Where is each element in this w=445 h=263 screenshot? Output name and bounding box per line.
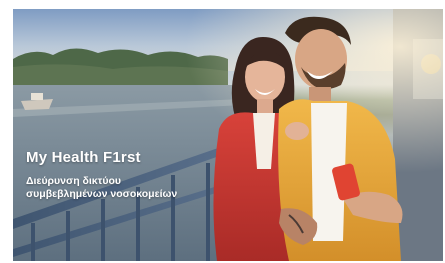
banner-subline-line-2: συμβεβλημένων νοσοκομείων xyxy=(26,188,178,200)
banner-text-block: My Health F1rst Διεύρυνση δικτύου συμβεβ… xyxy=(26,149,226,201)
banner-headline: My Health F1rst xyxy=(26,149,141,166)
couple-photo xyxy=(13,9,443,261)
page-frame: My Health F1rst Διεύρυνση δικτύου συμβεβ… xyxy=(0,0,445,263)
promo-banner[interactable]: My Health F1rst Διεύρυνση δικτύου συμβεβ… xyxy=(13,9,443,261)
banner-subline: Διεύρυνση δικτύου συμβεβλημένων νοσοκομε… xyxy=(26,175,226,201)
banner-subline-line-1: Διεύρυνση δικτύου xyxy=(26,175,121,187)
